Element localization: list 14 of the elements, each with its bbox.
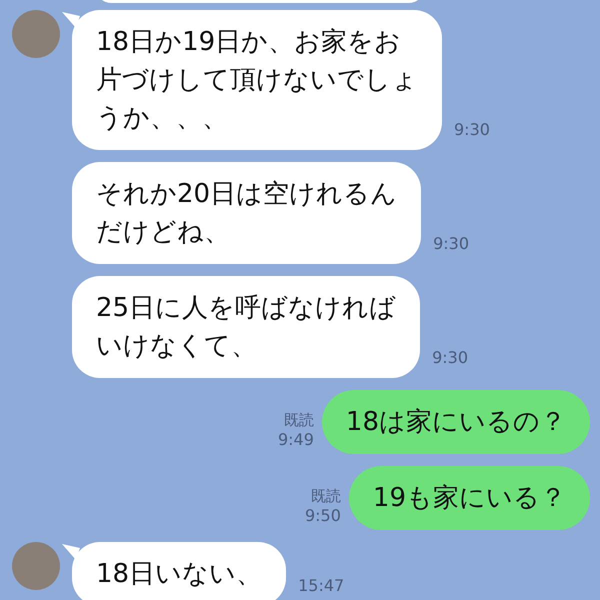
timestamp: 9:30 [433,234,470,254]
message-bubble: 25日に人を呼ばなければ いけなくて、 [72,276,420,378]
timestamp: 9:49 [278,430,314,450]
timestamp: 9:30 [432,348,468,368]
timestamp: 9:30 [454,120,490,140]
avatar[interactable] [12,542,60,590]
message-bubble: それか20日は空けれるん だけどね、 [72,162,422,264]
timestamp: 9:50 [304,506,341,526]
message-bubble: 19も家にいる？ [348,466,590,530]
read-receipt: 既読 [310,486,341,506]
read-receipt: 既読 [284,410,314,430]
message-bubble: 18は家にいるの？ [322,390,590,454]
avatar[interactable] [12,10,60,58]
timestamp: 15:47 [298,576,344,596]
